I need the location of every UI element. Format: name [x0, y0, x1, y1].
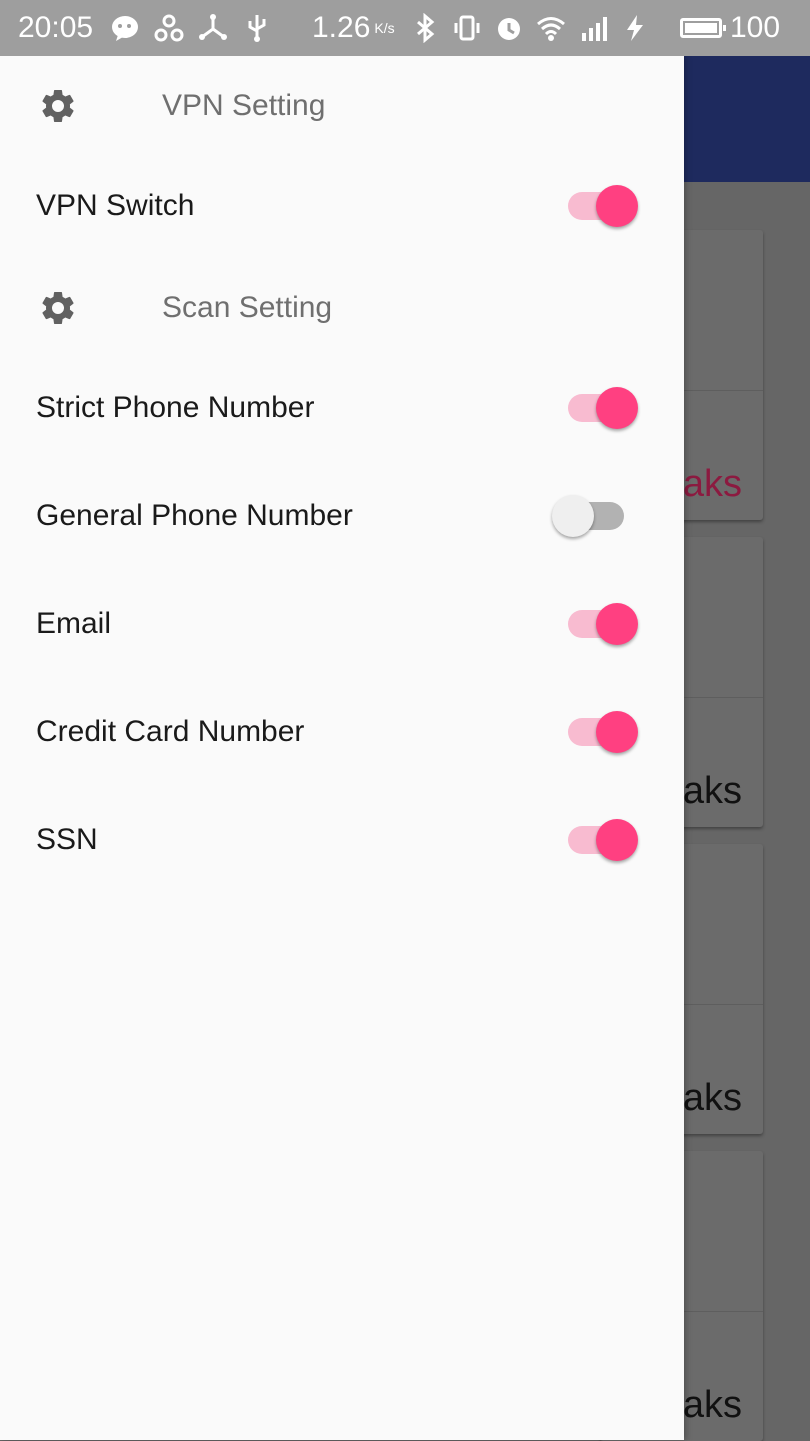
network-speed-value: 1.26 [312, 11, 371, 44]
battery-icon [680, 18, 726, 38]
ssn-toggle[interactable] [550, 817, 642, 863]
share-icon [199, 14, 227, 40]
setting-label: Email [36, 607, 112, 640]
setting-label: Strict Phone Number [36, 391, 315, 424]
wechat-icon [112, 16, 138, 41]
alarm-icon [498, 18, 520, 40]
status-notification-icons [110, 0, 272, 56]
section-header-vpn: VPN Setting [0, 56, 684, 156]
switch-thumb [596, 603, 638, 645]
gear-icon [42, 89, 74, 122]
battery-level: 100 [730, 11, 781, 44]
setting-label: Credit Card Number [36, 715, 305, 748]
general-phone-number-toggle[interactable] [550, 493, 642, 539]
setting-label: SSN [36, 823, 98, 856]
setting-row-vpn-switch: VPN Switch [0, 152, 684, 260]
vibrate-icon [454, 15, 480, 41]
setting-row-strict-phone: Strict Phone Number [0, 354, 684, 462]
setting-row-email: Email [0, 570, 684, 678]
battery-indicator: 100 [680, 0, 780, 56]
section-title: VPN Setting [162, 89, 326, 122]
status-time: 20:05 [18, 11, 94, 44]
gear-icon [42, 291, 74, 324]
credit-card-number-toggle[interactable] [550, 709, 642, 755]
wifi-icon [537, 17, 565, 41]
email-toggle[interactable] [550, 601, 642, 647]
vpn-switch-toggle[interactable] [550, 183, 642, 229]
setting-row-ssn: SSN [0, 786, 684, 894]
switch-thumb [596, 819, 638, 861]
setting-label: General Phone Number [36, 499, 353, 532]
switch-thumb [596, 387, 638, 429]
charging-icon [627, 15, 643, 41]
usb-icon [248, 15, 266, 42]
switch-thumb [596, 185, 638, 227]
setting-label: VPN Switch [36, 189, 195, 222]
settings-drawer: VPN Setting VPN Switch Scan Setting Stri… [0, 56, 684, 1440]
setting-row-credit-card: Credit Card Number [0, 678, 684, 786]
signal-3g-icon [582, 17, 607, 41]
switch-thumb [596, 711, 638, 753]
connection-icon [154, 14, 184, 42]
setting-row-general-phone: General Phone Number [0, 462, 684, 570]
section-header-scan: Scan Setting [0, 258, 684, 358]
status-system-icons [410, 0, 650, 56]
strict-phone-number-toggle[interactable] [550, 385, 642, 431]
switch-thumb [552, 495, 594, 537]
network-speed: 1.26 K/s [312, 0, 395, 56]
status-bar: 20:05 1.26 K/s 100 [0, 0, 810, 56]
bluetooth-icon [417, 13, 435, 43]
network-speed-unit: K/s [374, 20, 395, 36]
section-title: Scan Setting [162, 291, 333, 324]
